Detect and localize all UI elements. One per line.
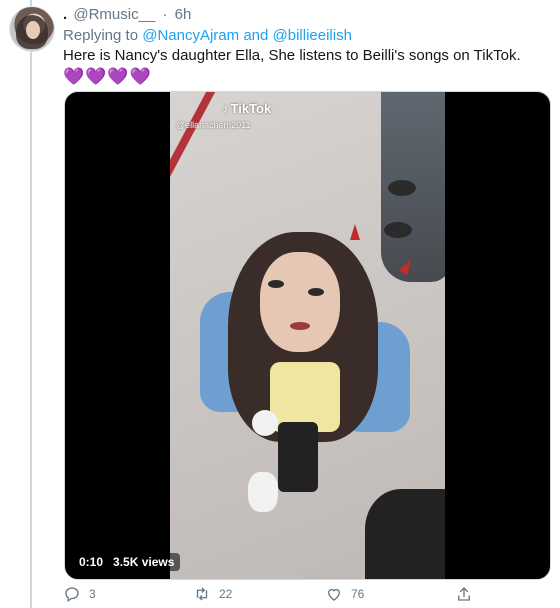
user-handle[interactable]: @Rmusic__ — [73, 6, 155, 23]
girl-face — [260, 252, 340, 352]
reply-icon — [65, 587, 79, 603]
reply-count: 3 — [89, 587, 96, 601]
legs — [278, 422, 318, 492]
tiktok-brand: TikTok — [230, 101, 272, 116]
sneaker — [248, 472, 278, 512]
mouth — [290, 322, 310, 330]
replying-to: Replying to @NancyAjram and @billieeilis… — [63, 27, 352, 44]
sneaker — [252, 410, 278, 436]
avatar[interactable] — [9, 6, 55, 52]
tweet-body: Here is Nancy's daughter Ella, She liste… — [63, 47, 521, 64]
video-duration: 0:10 — [79, 555, 104, 569]
background-shoe — [388, 180, 416, 196]
tiktok-handle: @ellanachem2011 — [176, 120, 251, 130]
like-button[interactable]: 76 — [325, 585, 364, 603]
video-views: 3.5K views — [113, 555, 175, 569]
share-icon — [458, 587, 470, 601]
video-stats-badge: 0:10 3.5K views — [73, 553, 181, 571]
avatar-face — [26, 21, 40, 39]
mention-link-1[interactable]: @NancyAjram — [142, 27, 239, 44]
foreground-shadow — [365, 489, 445, 579]
eye-right — [308, 288, 324, 296]
tweet-header: . @Rmusic__ · 6h — [63, 6, 191, 23]
tweet-text: Here is Nancy's daughter Ella, She liste… — [63, 45, 543, 88]
horn-left — [350, 224, 360, 240]
tweet-actions: 3 22 76 — [63, 585, 553, 605]
reply-prefix: Replying to — [63, 27, 139, 44]
tiktok-watermark: ♪ TikTok — [222, 101, 271, 116]
like-count: 76 — [351, 587, 365, 601]
reply-button[interactable]: 3 — [63, 585, 96, 603]
eye-left — [268, 280, 284, 288]
purple-heart-emoji: 💜💜💜💜 — [63, 67, 152, 86]
reply-and[interactable]: and — [243, 27, 268, 44]
tiktok-logo-icon: ♪ — [222, 101, 229, 116]
retweet-count: 22 — [219, 587, 233, 601]
retweet-icon — [196, 587, 208, 601]
share-button[interactable] — [455, 585, 481, 603]
floor-stripe — [170, 92, 220, 208]
heart-icon — [328, 588, 340, 601]
thread-connector — [30, 0, 32, 608]
display-name[interactable]: . — [63, 6, 67, 23]
retweet-button[interactable]: 22 — [193, 585, 232, 603]
background-shoe — [384, 222, 412, 238]
header-separator: · — [162, 6, 168, 23]
mention-link-2[interactable]: @billieeilish — [273, 27, 352, 44]
video-frame[interactable]: ♪ TikTok @ellanachem2011 — [170, 92, 445, 579]
video-player[interactable]: ♪ TikTok @ellanachem2011 0:10 3.5K views — [64, 91, 551, 580]
tweet-timestamp[interactable]: 6h — [175, 6, 192, 23]
